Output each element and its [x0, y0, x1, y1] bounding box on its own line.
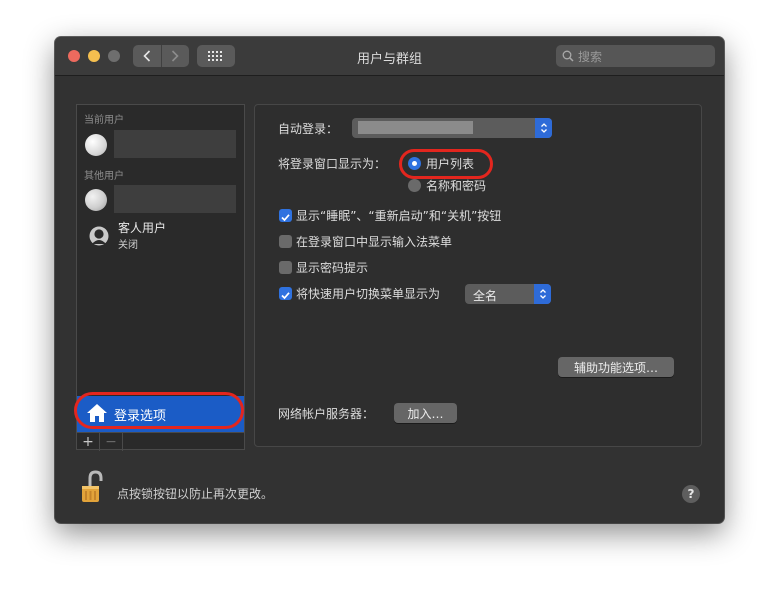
checkbox-fast-user-switching-label[interactable]: 将快速用户切换菜单显示为	[296, 285, 440, 302]
house-icon	[87, 404, 107, 422]
auto-login-label: 自动登录：	[278, 122, 339, 136]
auto-login-value-redacted	[358, 121, 473, 134]
guest-user-icon	[89, 226, 109, 246]
popup-arrows-icon	[534, 284, 551, 304]
login-options-panel: 自动登录： 将登录窗口显示为： 用户列表 名称和密码 显示“睡眠”、“重新启动”…	[254, 104, 702, 447]
auto-login-popup[interactable]	[352, 118, 552, 138]
checkbox-input-menu[interactable]	[279, 235, 292, 248]
current-users-header: 当前用户	[84, 115, 124, 126]
fast-switch-value: 全名	[473, 289, 498, 303]
checkbox-fast-user-switching[interactable]	[279, 287, 292, 300]
lock-icon[interactable]	[80, 470, 104, 504]
radio-name-password-label[interactable]: 名称和密码	[426, 177, 486, 194]
users-sidebar: 当前用户 其他用户 客人用户 关闭 登录选项 + −	[76, 104, 245, 451]
sidebar-toolbar: + −	[77, 432, 244, 451]
radio-user-list[interactable]	[408, 157, 421, 170]
network-server-label: 网络帐户服务器：	[278, 407, 375, 421]
search-placeholder: 搜索	[578, 49, 603, 64]
other-users-header: 其他用户	[84, 171, 124, 182]
accessibility-options-button[interactable]: 辅助功能选项…	[558, 357, 674, 377]
checkbox-show-power-buttons[interactable]	[279, 209, 292, 222]
title-bar: 用户与群组 搜索	[55, 37, 724, 76]
login-options-label: 登录选项	[114, 409, 167, 424]
checkbox-show-power-buttons-label[interactable]: 显示“睡眠”、“重新启动”和“关机”按钮	[296, 207, 501, 224]
checkbox-password-hints-label[interactable]: 显示密码提示	[296, 259, 368, 276]
search-field[interactable]: 搜索	[556, 45, 715, 67]
users-groups-window: 用户与群组 搜索 当前用户 其他用户 客人用户 关闭 登录选项 + − 自动登录…	[55, 37, 724, 523]
login-options-item[interactable]: 登录选项	[77, 396, 244, 432]
remove-user-button[interactable]: −	[100, 433, 123, 451]
help-icon[interactable]: ?	[682, 485, 700, 503]
guest-user-name[interactable]: 客人用户	[118, 219, 166, 236]
join-button[interactable]: 加入…	[394, 403, 457, 423]
checkbox-password-hints[interactable]	[279, 261, 292, 274]
other-user-avatar[interactable]	[85, 189, 107, 211]
current-user-name-redacted[interactable]	[114, 130, 236, 158]
add-user-button[interactable]: +	[77, 433, 100, 451]
other-user-name-redacted[interactable]	[114, 185, 236, 213]
checkbox-input-menu-label[interactable]: 在登录窗口中显示输入法菜单	[296, 233, 452, 250]
fast-switch-popup[interactable]: 全名	[465, 284, 551, 304]
guest-user-status: 关闭	[118, 240, 138, 251]
lock-message: 点按锁按钮以防止再次更改。	[117, 487, 274, 501]
radio-user-list-label[interactable]: 用户列表	[426, 155, 474, 172]
display-login-window-label: 将登录窗口显示为：	[278, 157, 387, 171]
current-user-avatar[interactable]	[85, 134, 107, 156]
radio-name-password[interactable]	[408, 179, 421, 192]
popup-arrows-icon	[535, 118, 552, 138]
search-icon	[562, 50, 574, 62]
